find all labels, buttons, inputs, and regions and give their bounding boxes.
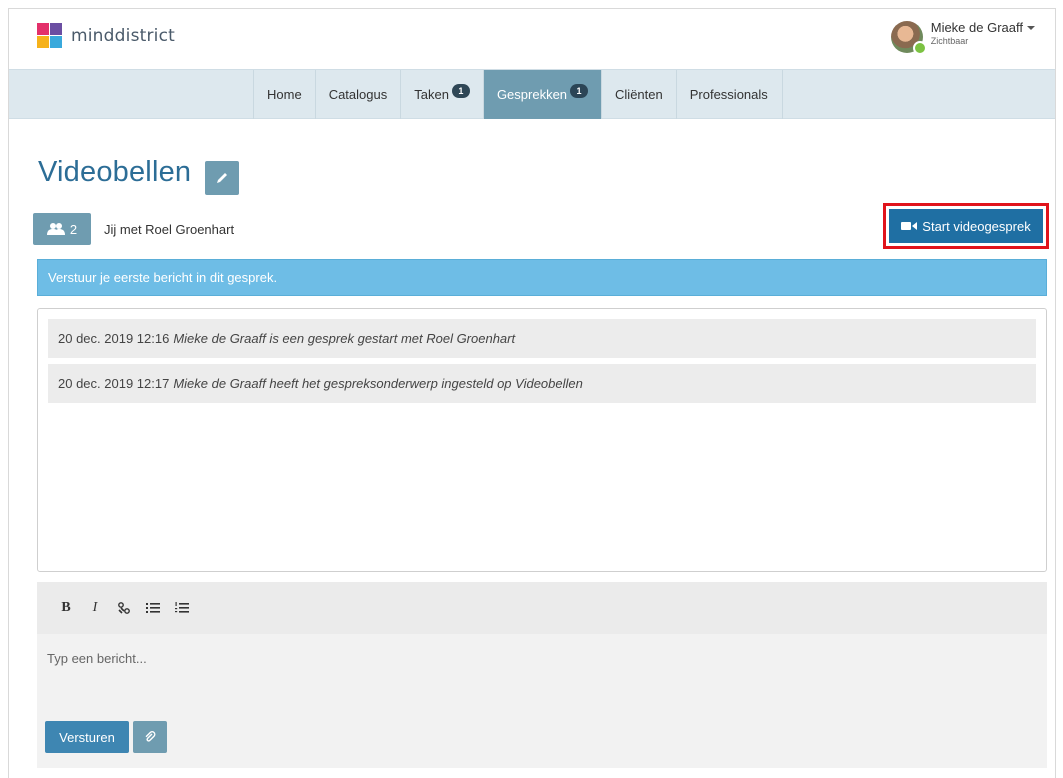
nav-clienten[interactable]: Cliënten xyxy=(601,70,676,119)
bullet-list-button[interactable] xyxy=(142,598,164,618)
nav-catalogus[interactable]: Catalogus xyxy=(314,70,401,119)
send-button[interactable]: Versturen xyxy=(45,721,129,753)
start-video-highlight: Start videogesprek xyxy=(883,203,1049,249)
edit-pencil-icon xyxy=(217,173,227,183)
list-item: 20 dec. 2019 12:16 Mieke de Graaff is ee… xyxy=(48,319,1036,358)
nav-home[interactable]: Home xyxy=(253,70,315,119)
message-list[interactable]: 20 dec. 2019 12:16 Mieke de Graaff is ee… xyxy=(37,308,1047,572)
app-frame: minddistrict Mieke de Graaff Zichtbaar H… xyxy=(8,8,1056,778)
participant-count: 2 xyxy=(69,221,78,237)
message-time: 20 dec. 2019 12:16 xyxy=(58,331,170,346)
info-banner-text: Verstuur je eerste bericht in dit gespre… xyxy=(48,270,278,285)
list-item: 20 dec. 2019 12:17 Mieke de Graaff heeft… xyxy=(48,364,1036,403)
page-title: Videobellen xyxy=(38,156,192,188)
bullet-list-icon xyxy=(146,603,160,613)
message-time: 20 dec. 2019 12:17 xyxy=(58,376,170,391)
nav-gesprekken[interactable]: Gesprekken 1 xyxy=(482,70,602,119)
send-button-label: Versturen xyxy=(59,729,115,745)
italic-button[interactable]: I xyxy=(84,598,106,618)
main-nav: Home Catalogus Taken 1 Gesprekken 1 Clië… xyxy=(253,70,783,119)
participants-button[interactable]: 2 xyxy=(33,213,91,245)
start-video-label: Start videogesprek xyxy=(922,218,1031,234)
user-menu[interactable]: Mieke de Graaff Zichtbaar xyxy=(890,21,1035,55)
gesprekken-count-badge: 1 xyxy=(570,83,589,98)
info-banner: Verstuur je eerste bericht in dit gespre… xyxy=(37,259,1047,296)
brand-logo[interactable]: minddistrict xyxy=(37,23,175,49)
link-button[interactable] xyxy=(113,598,135,618)
user-status: Zichtbaar xyxy=(930,36,969,46)
user-info[interactable]: Mieke de Graaff Zichtbaar xyxy=(931,21,1035,46)
nav-gesprekken-label: Gesprekken xyxy=(496,87,568,102)
editor-toolbar: B I xyxy=(37,582,1047,634)
participants-text: Jij met Roel Groenhart xyxy=(104,222,235,237)
logo-icon xyxy=(37,23,62,48)
numbered-list-button[interactable] xyxy=(171,598,193,618)
message-input[interactable]: Typ een bericht... xyxy=(47,651,147,666)
nav-home-label: Home xyxy=(267,87,302,102)
nav-taken-label: Taken xyxy=(414,87,449,102)
main-navigation-bar: Home Catalogus Taken 1 Gesprekken 1 Clië… xyxy=(9,69,1055,119)
nav-taken[interactable]: Taken 1 xyxy=(400,70,483,119)
start-video-button[interactable]: Start videogesprek xyxy=(889,209,1043,243)
numbered-list-icon xyxy=(175,602,189,613)
online-status-icon xyxy=(912,41,927,55)
link-icon xyxy=(118,602,130,614)
bold-button[interactable]: B xyxy=(55,598,77,618)
user-name: Mieke de Graaff xyxy=(930,20,1023,35)
nav-professionals-label: Professionals xyxy=(689,87,768,102)
nav-professionals[interactable]: Professionals xyxy=(675,70,783,119)
attach-file-button[interactable] xyxy=(133,721,167,753)
taken-count-badge: 1 xyxy=(451,83,470,98)
message-composer: B I Typ een bericht... Versturen xyxy=(37,582,1047,768)
message-text: Mieke de Graaff heeft het gespreksonderw… xyxy=(173,376,583,391)
video-camera-icon xyxy=(901,222,918,230)
user-name-row[interactable]: Mieke de Graaff xyxy=(931,21,1035,34)
users-icon xyxy=(46,223,65,235)
paperclip-icon xyxy=(145,731,156,742)
nav-clienten-label: Cliënten xyxy=(615,87,663,102)
chevron-down-icon xyxy=(1027,25,1035,30)
message-text: Mieke de Graaff is een gesprek gestart m… xyxy=(173,331,516,346)
nav-catalogus-label: Catalogus xyxy=(328,87,388,102)
edit-title-button[interactable] xyxy=(205,161,239,195)
top-bar: minddistrict Mieke de Graaff Zichtbaar xyxy=(9,9,1055,69)
user-avatar[interactable] xyxy=(890,21,927,55)
brand-name: minddistrict xyxy=(71,26,176,46)
